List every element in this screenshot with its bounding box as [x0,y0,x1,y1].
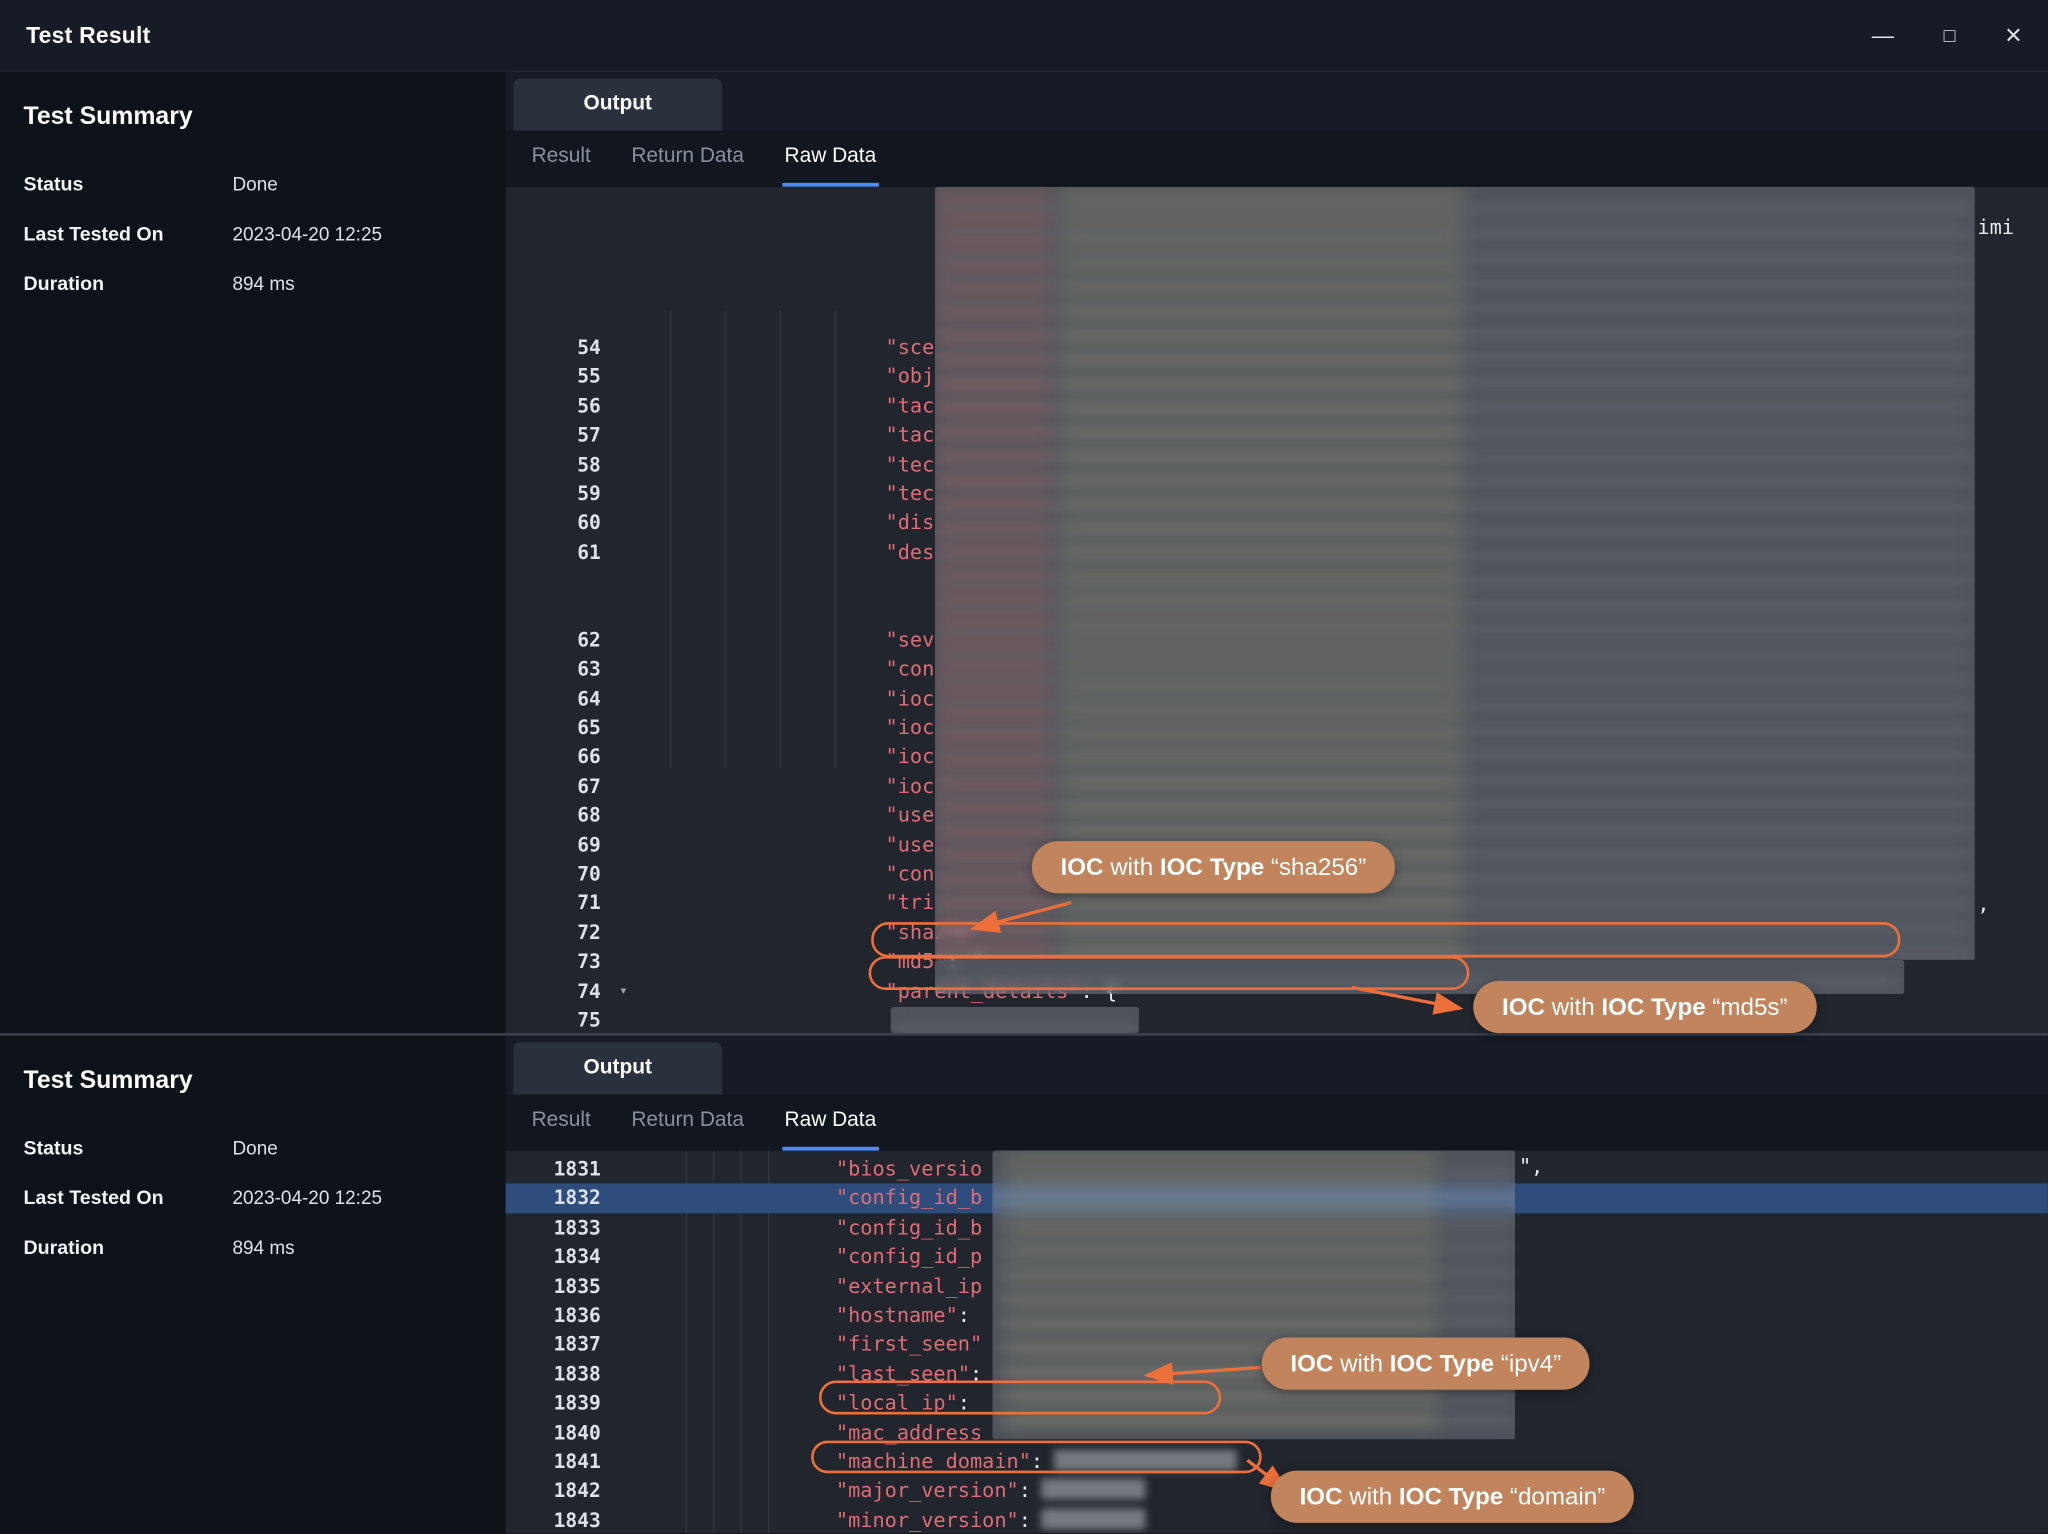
raw-data-code-viewer[interactable]: 1831"bios_versio1832"config_id_b1833"con… [505,1151,2048,1534]
last-tested-value: 2023-04-20 12:25 [232,225,382,246]
duration-label: Duration [24,273,233,295]
redacted-blur-region [891,1007,1139,1033]
test-summary-title: Test Summary [24,1067,482,1096]
tab-strip: Output [505,72,2048,131]
raw-data-code-viewer[interactable]: 54"sce55"obj56"tac57"tac58"tec59"tec60"d… [505,187,2048,1033]
last-tested-value: 2023-04-20 12:25 [232,1189,382,1210]
tab-output[interactable]: Output [513,78,722,130]
status-value: Done [232,175,277,196]
code-line: 75 [505,1006,2048,1034]
subtab-result[interactable]: Result [529,131,593,187]
summary-row: Status Done [24,174,482,196]
window-controls: — □ × [1872,21,2022,50]
test-summary-title: Test Summary [24,103,482,132]
last-tested-label: Last Tested On [24,1187,233,1209]
summary-row: Last Tested On 2023-04-20 12:25 [24,1187,482,1209]
tab-strip: Output [505,1036,2048,1095]
code-line: 1842"major_version": [505,1476,2048,1505]
subtab-return-data[interactable]: Return Data [629,131,747,187]
code-tail-text: ", [1519,1155,1543,1179]
redacted-blur-region [935,187,1975,960]
subtab-raw-data[interactable]: Raw Data [782,1095,879,1151]
subtab-return-data[interactable]: Return Data [629,1095,747,1151]
last-tested-label: Last Tested On [24,223,233,245]
status-value: Done [232,1139,277,1160]
subtab-result[interactable]: Result [529,1095,593,1151]
output-pane: Output Result Return Data Raw Data 1831"… [505,1036,2048,1534]
summary-row: Last Tested On 2023-04-20 12:25 [24,223,482,245]
output-pane: Output Result Return Data Raw Data 54"sc… [505,72,2048,1033]
subtab-strip: Result Return Data Raw Data [505,131,2048,187]
code-line: 1841"machine_domain": , [505,1447,2048,1476]
duration-value: 894 ms [232,274,294,295]
tab-output[interactable]: Output [513,1042,722,1094]
status-label: Status [24,1138,233,1160]
summary-row: Status Done [24,1138,482,1160]
status-label: Status [24,174,233,196]
subtab-strip: Result Return Data Raw Data [505,1095,2048,1151]
summary-row: Duration 894 ms [24,273,482,295]
redacted-blur-region [935,960,1904,994]
test-summary-sidebar: Test Summary Status Done Last Tested On … [0,72,505,1033]
code-tail-text: , [1977,892,1989,916]
top-test-result-panel: Test Summary Status Done Last Tested On … [0,72,2048,1033]
close-icon[interactable]: × [2005,21,2022,50]
subtab-raw-data[interactable]: Raw Data [782,131,879,187]
duration-value: 894 ms [232,1238,294,1259]
code-line: 1843"minor_version": [505,1506,2048,1534]
test-result-window: Test Result — □ × Test Summary Status Do… [0,0,2048,1533]
test-summary-sidebar: Test Summary Status Done Last Tested On … [0,1036,505,1534]
titlebar: Test Result — □ × [0,0,2048,72]
summary-row: Duration 894 ms [24,1237,482,1259]
minimize-icon[interactable]: — [1872,24,1894,46]
window-title: Test Result [26,22,150,49]
maximize-icon[interactable]: □ [1944,25,1956,45]
redacted-blur-region [993,1151,1515,1440]
bottom-test-result-panel: Test Summary Status Done Last Tested On … [0,1036,2048,1534]
duration-label: Duration [24,1237,233,1259]
code-tail-text: imi [1977,216,2014,240]
